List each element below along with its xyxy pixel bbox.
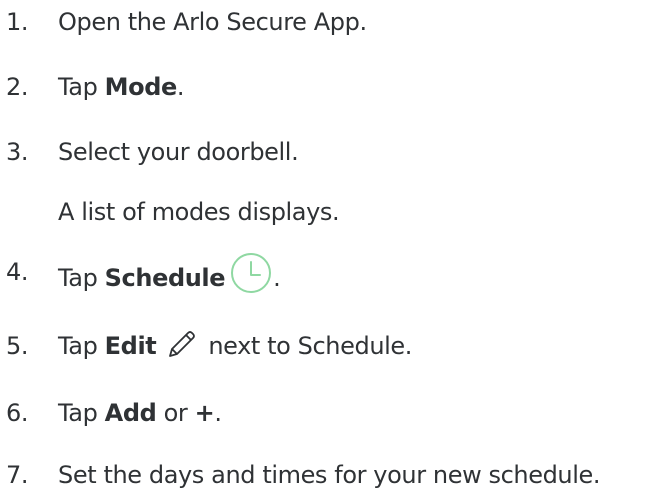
step-text: Select your doorbell. xyxy=(58,138,299,166)
step-text-pre: Tap xyxy=(58,332,105,360)
step-number: 6. xyxy=(6,399,29,427)
add-label: Add xyxy=(104,399,157,427)
step-number: 3. xyxy=(6,138,29,166)
pencil-icon xyxy=(166,328,198,360)
step-number: 1. xyxy=(6,8,29,36)
step-text-post: next to Schedule. xyxy=(208,332,412,360)
step-text: Set the days and times for your new sche… xyxy=(58,461,601,489)
step-text: Open the Arlo Secure App. xyxy=(58,8,367,36)
plus-label: + xyxy=(194,399,215,427)
clock-icon xyxy=(229,251,273,295)
step-note-text: A list of modes displays. xyxy=(58,198,340,226)
step-text: Tap Schedule. xyxy=(58,253,281,301)
step-text: Tap Edit next to Schedule. xyxy=(58,331,412,363)
step-text-pre: Tap xyxy=(58,73,105,101)
step-text-post: . xyxy=(214,399,222,427)
step-text-pre: Tap xyxy=(58,264,105,292)
step-text-post: . xyxy=(273,264,281,292)
step-text-pre: Tap xyxy=(58,399,105,427)
step-number: 7. xyxy=(6,461,29,489)
step-number: 2. xyxy=(6,73,29,101)
step-text: Tap Mode. xyxy=(58,72,185,102)
schedule-label: Schedule xyxy=(104,264,226,292)
step-number: 4. xyxy=(6,258,29,286)
edit-label: Edit xyxy=(104,332,157,360)
step-text-post: . xyxy=(176,73,185,101)
mode-label: Mode xyxy=(104,73,178,101)
step-number: 5. xyxy=(6,332,29,360)
step-text: Tap Add or +. xyxy=(58,398,222,428)
instruction-steps: 1. Open the Arlo Secure App. 2. Tap Mode… xyxy=(0,0,670,495)
step-text-mid: or xyxy=(156,399,195,427)
